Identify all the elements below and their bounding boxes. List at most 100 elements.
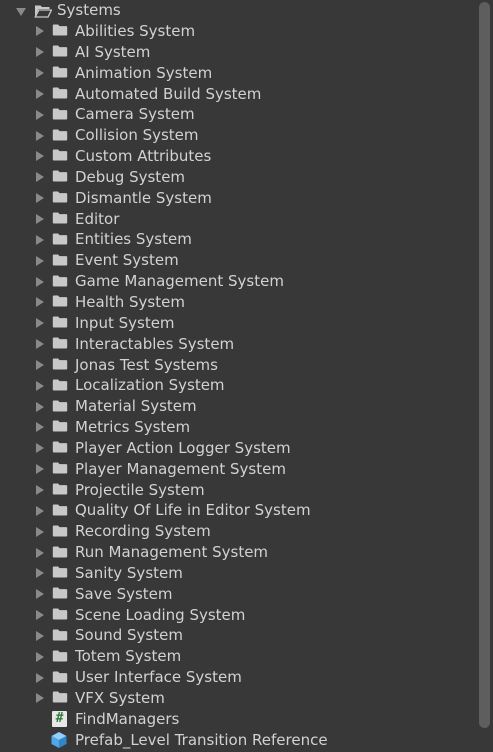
- folder-label: Event System: [75, 251, 179, 270]
- tree-row-custom-attributes[interactable]: Custom Attributes: [0, 146, 474, 167]
- folder-icon: [52, 275, 68, 287]
- tree-row-localization-system[interactable]: Localization System: [0, 375, 474, 396]
- tree-row-prefab-level-transition-reference[interactable]: Prefab_Level Transition Reference: [0, 730, 474, 751]
- expand-arrow-right-icon[interactable]: [36, 47, 44, 58]
- vertical-scrollbar[interactable]: [475, 0, 493, 752]
- folder-label: Localization System: [75, 376, 225, 395]
- expand-arrow-down-icon[interactable]: [16, 7, 26, 16]
- folder-icon: [52, 400, 68, 412]
- expand-arrow-right-icon[interactable]: [36, 88, 44, 99]
- tree-row-player-action-logger-system[interactable]: Player Action Logger System: [0, 438, 474, 459]
- tree-row-camera-system[interactable]: Camera System: [0, 104, 474, 125]
- folder-icon: [52, 629, 68, 641]
- expand-arrow-right-icon[interactable]: [36, 339, 44, 350]
- folder-icon: [52, 129, 68, 141]
- expand-arrow-right-icon[interactable]: [36, 359, 44, 370]
- tree-row-dismantle-system[interactable]: Dismantle System: [0, 188, 474, 209]
- tree-row-ai-system[interactable]: AI System: [0, 42, 474, 63]
- prefab-cube-icon: [51, 732, 67, 749]
- folder-label: Player Action Logger System: [75, 438, 291, 457]
- folder-icon: [52, 420, 68, 432]
- expand-arrow-right-icon[interactable]: [36, 547, 44, 558]
- expand-arrow-right-icon[interactable]: [36, 672, 44, 683]
- expand-arrow-right-icon[interactable]: [36, 109, 44, 120]
- folder-label: Sound System: [75, 626, 183, 645]
- tree-row-scene-loading-system[interactable]: Scene Loading System: [0, 605, 474, 626]
- csharp-script-icon: #: [52, 711, 67, 728]
- expand-arrow-right-icon[interactable]: [36, 693, 44, 704]
- tree-row-projectile-system[interactable]: Projectile System: [0, 480, 474, 501]
- expand-arrow-right-icon[interactable]: [36, 214, 44, 225]
- tree-row-automated-build-system[interactable]: Automated Build System: [0, 84, 474, 105]
- tree-row-jonas-test-systems[interactable]: Jonas Test Systems: [0, 355, 474, 376]
- expand-arrow-right-icon[interactable]: [36, 651, 44, 662]
- folder-icon: [52, 691, 68, 703]
- expand-arrow-right-icon[interactable]: [36, 589, 44, 600]
- tree-row-material-system[interactable]: Material System: [0, 396, 474, 417]
- expand-arrow-right-icon[interactable]: [36, 172, 44, 183]
- tree-row-systems[interactable]: Systems: [0, 0, 474, 21]
- tree-row-findmanagers[interactable]: # FindManagers: [0, 709, 474, 730]
- folder-label: Dismantle System: [75, 188, 212, 207]
- tree-row-sound-system[interactable]: Sound System: [0, 625, 474, 646]
- tree-row-vfx-system[interactable]: VFX System: [0, 688, 474, 709]
- expand-arrow-right-icon[interactable]: [36, 422, 44, 433]
- tree-row-totem-system[interactable]: Totem System: [0, 646, 474, 667]
- tree-row-game-management-system[interactable]: Game Management System: [0, 271, 474, 292]
- tree-row-debug-system[interactable]: Debug System: [0, 167, 474, 188]
- folder-icon: [52, 483, 68, 495]
- tree-row-user-interface-system[interactable]: User Interface System: [0, 667, 474, 688]
- tree-row-save-system[interactable]: Save System: [0, 584, 474, 605]
- tree-row-collision-system[interactable]: Collision System: [0, 125, 474, 146]
- expand-arrow-right-icon[interactable]: [36, 193, 44, 204]
- expand-arrow-right-icon[interactable]: [36, 526, 44, 537]
- expand-arrow-right-icon[interactable]: [36, 255, 44, 266]
- expand-arrow-right-icon[interactable]: [36, 401, 44, 412]
- expand-arrow-right-icon[interactable]: [36, 234, 44, 245]
- expand-arrow-right-icon[interactable]: [36, 68, 44, 79]
- expand-arrow-right-icon[interactable]: [36, 276, 44, 287]
- expand-arrow-right-icon[interactable]: [36, 318, 44, 329]
- folder-icon: [52, 87, 68, 99]
- tree-row-run-management-system[interactable]: Run Management System: [0, 542, 474, 563]
- folder-label: Entities System: [75, 230, 192, 249]
- tree-row-interactables-system[interactable]: Interactables System: [0, 334, 474, 355]
- expand-arrow-right-icon[interactable]: [36, 297, 44, 308]
- tree-row-health-system[interactable]: Health System: [0, 292, 474, 313]
- tree-row-recording-system[interactable]: Recording System: [0, 521, 474, 542]
- tree-row-input-system[interactable]: Input System: [0, 313, 474, 334]
- scrollbar-thumb[interactable]: [479, 2, 490, 728]
- expand-arrow-right-icon[interactable]: [36, 130, 44, 141]
- tree-row-editor[interactable]: Editor: [0, 209, 474, 230]
- expand-arrow-right-icon[interactable]: [36, 505, 44, 516]
- folder-icon: [52, 462, 68, 474]
- folder-label: Abilities System: [75, 22, 196, 40]
- tree-row-metrics-system[interactable]: Metrics System: [0, 417, 474, 438]
- folder-list: Abilities System AI System Animation Syste…: [0, 21, 474, 709]
- expand-arrow-right-icon[interactable]: [36, 151, 44, 162]
- expand-arrow-right-icon[interactable]: [36, 443, 44, 454]
- tree-row-animation-system[interactable]: Animation System: [0, 63, 474, 84]
- folder-label: Totem System: [75, 647, 182, 666]
- tree-row-sanity-system[interactable]: Sanity System: [0, 563, 474, 584]
- expand-arrow-right-icon[interactable]: [36, 568, 44, 579]
- tree-row-event-system[interactable]: Event System: [0, 250, 474, 271]
- expand-arrow-right-icon[interactable]: [36, 484, 44, 495]
- tree-row-player-management-system[interactable]: Player Management System: [0, 459, 474, 480]
- folder-label: Automated Build System: [75, 84, 262, 103]
- folder-label: Save System: [75, 584, 173, 603]
- expand-arrow-right-icon[interactable]: [36, 610, 44, 621]
- expand-arrow-right-icon[interactable]: [36, 380, 44, 391]
- folder-icon: [52, 525, 68, 537]
- expand-arrow-right-icon[interactable]: [36, 26, 44, 37]
- expand-arrow-right-icon[interactable]: [36, 630, 44, 641]
- tree-row-entities-system[interactable]: Entities System: [0, 229, 474, 250]
- folder-icon: [52, 254, 68, 266]
- asset-list: # FindManagers Prefab_Level Transition Ref…: [0, 709, 474, 751]
- tree-row-abilities-system[interactable]: Abilities System: [0, 21, 474, 42]
- folder-label: Sanity System: [75, 563, 183, 582]
- folder-label: Scene Loading System: [75, 605, 246, 624]
- tree-row-quality-of-life-in-editor-system[interactable]: Quality Of Life in Editor System: [0, 500, 474, 521]
- expand-arrow-right-icon[interactable]: [36, 464, 44, 475]
- folder-icon: [52, 379, 68, 391]
